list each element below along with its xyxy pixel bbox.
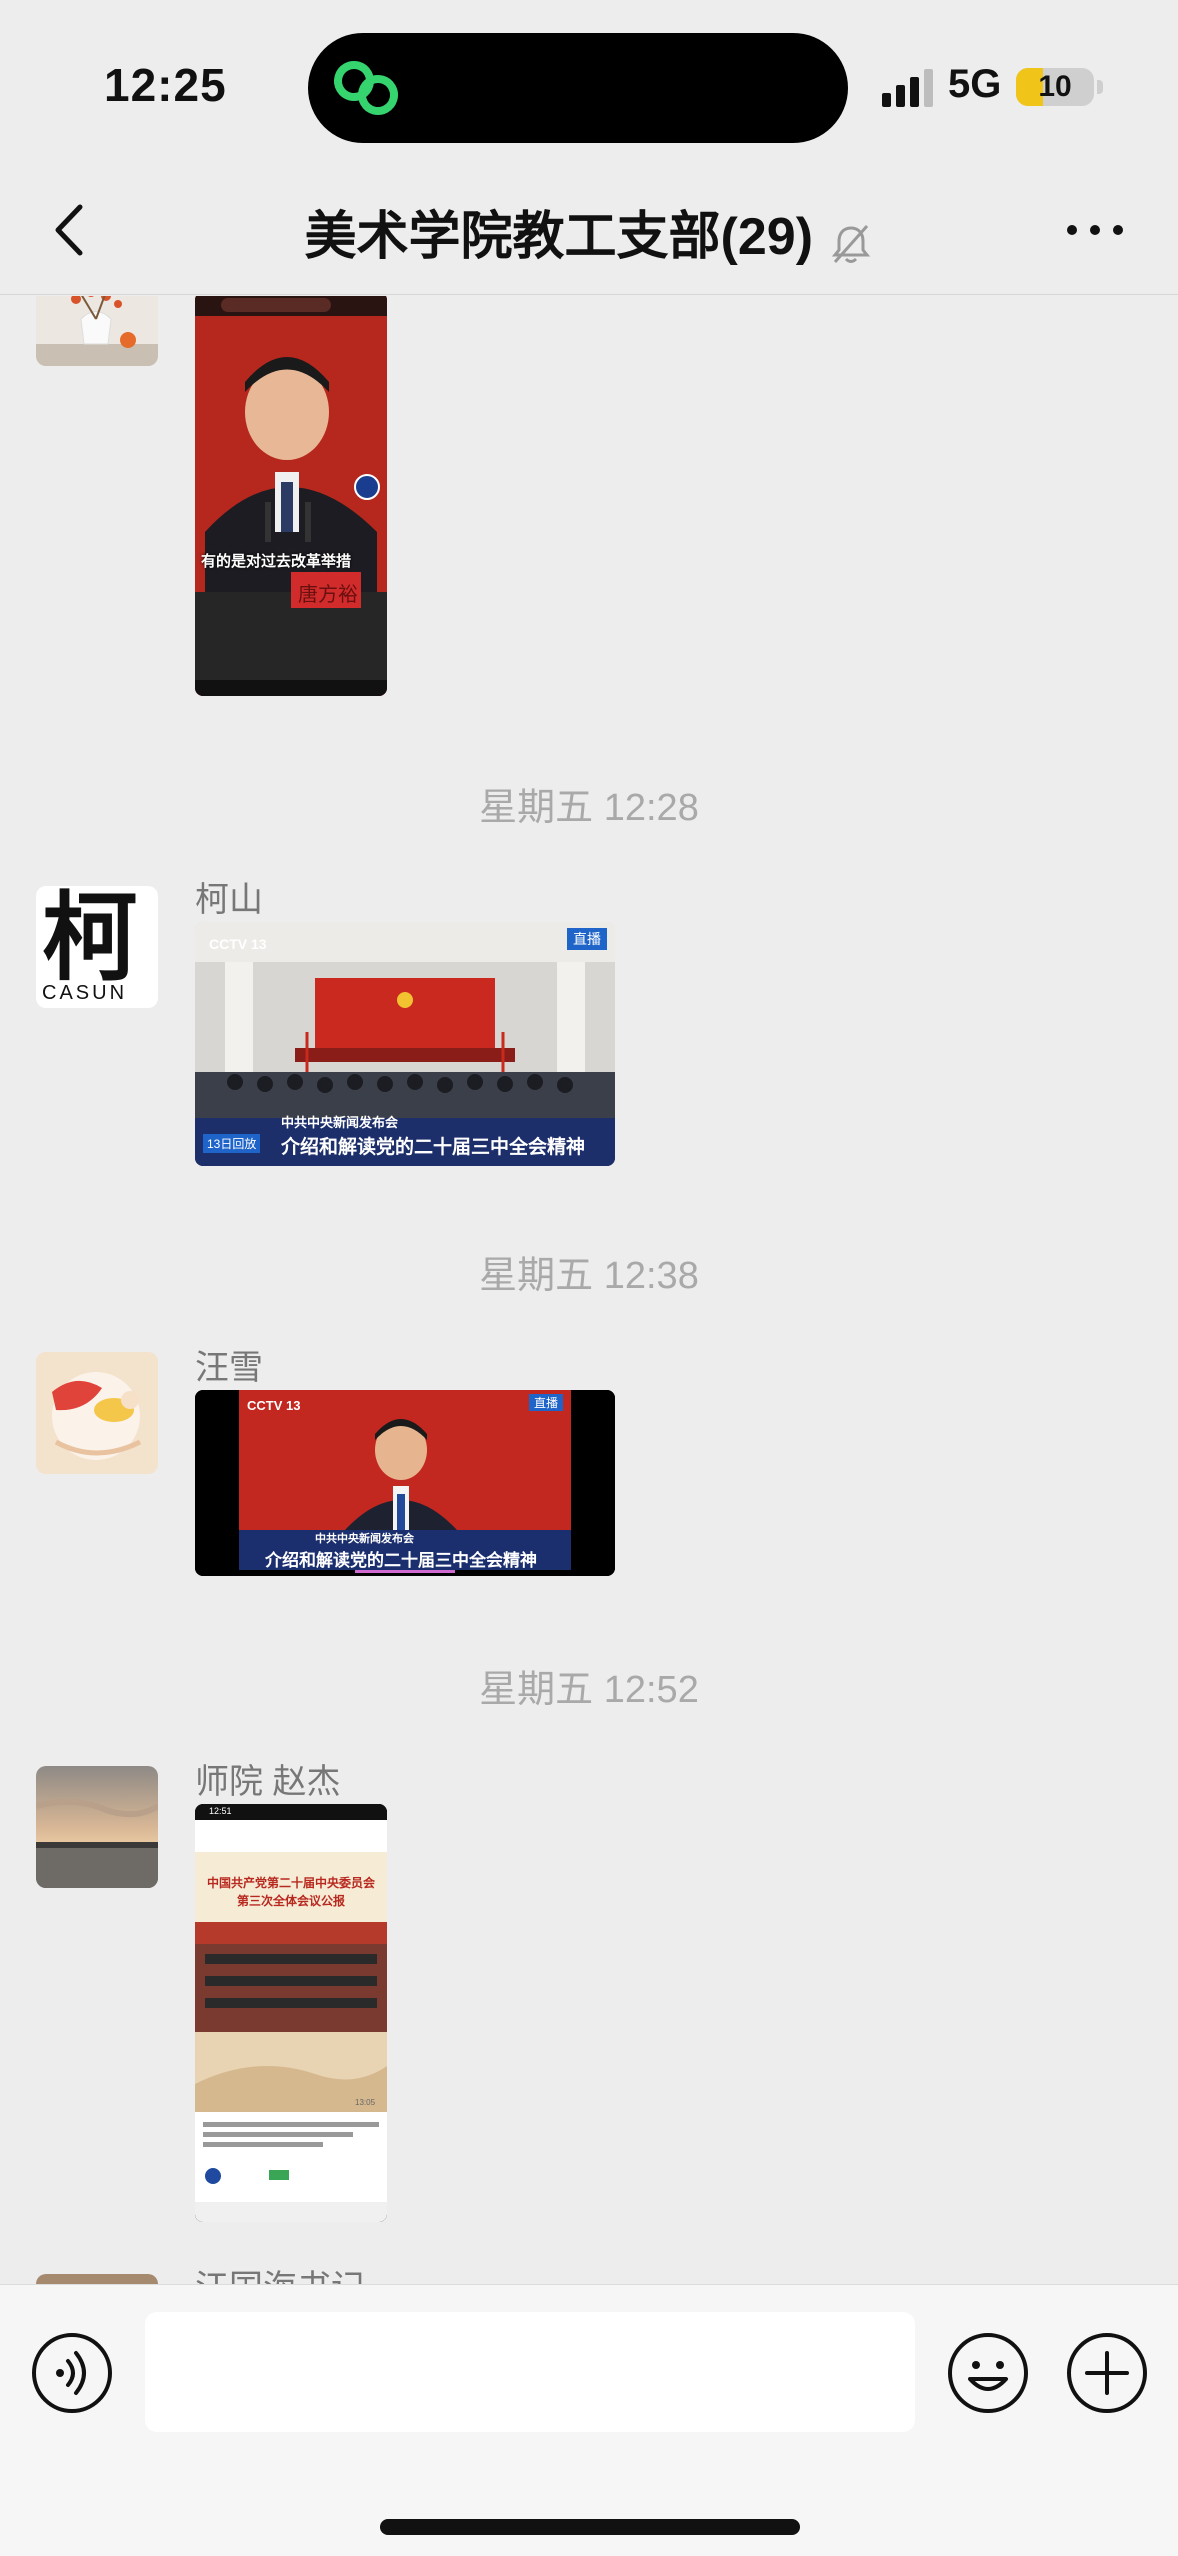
phone-screenshot-thumbnail — [195, 1804, 387, 2222]
avatar[interactable] — [36, 296, 158, 366]
chat-title[interactable]: 美术学院教工支部(29) — [305, 208, 813, 266]
timestamp: 星期五 12:52 — [479, 1669, 699, 1711]
status-bar: 12:25 5G 10 — [0, 0, 1178, 170]
home-indicator[interactable] — [380, 2519, 800, 2535]
signal-icon — [882, 69, 933, 107]
live-badge: 直播 — [567, 928, 607, 950]
sender-name[interactable]: 江国海书记 — [195, 2260, 365, 2284]
video-message-landscape[interactable]: CCTV 13 直播 中共中央新闻发布会 介绍和解读党的二十届三中全会精神 — [195, 1390, 615, 1576]
channel-logo: CCTV 13 — [247, 1398, 301, 1413]
avatar-still-life-image — [36, 296, 158, 366]
doc-title-line-1: 中国共产党第二十届中央委员会 — [206, 1876, 375, 1890]
avatar-logo-glyph: 柯 — [42, 886, 138, 994]
live-badge: 直播 — [529, 1394, 564, 1411]
video-duration: 13:05 — [355, 2098, 376, 2107]
battery-icon: 10 — [1016, 68, 1094, 106]
video-title: 介绍和解读党的二十届三中全会精神 — [281, 1137, 586, 1158]
more-dots-icon[interactable] — [1060, 210, 1130, 250]
input-bar — [0, 2284, 1178, 2556]
title-wrap: 美术学院教工支部(29) — [0, 194, 1178, 272]
battery-level: 10 — [1038, 70, 1072, 103]
doc-title-line-2: 第三次全体会议公报 — [236, 1894, 345, 1908]
avatar[interactable] — [36, 2274, 158, 2284]
status-time: 12:25 — [104, 59, 227, 111]
avatar[interactable]: 柯 CASUN — [36, 886, 158, 1008]
name-card-text: 唐方裕 — [298, 584, 358, 606]
screenshot-message-portrait[interactable]: 12:51 中国共产党第二十届中央委员会 第三次全体会议公报 13:05 — [195, 1804, 387, 2222]
avatar-sunset-image — [36, 1766, 158, 1888]
video-message-landscape[interactable]: CCTV 13 直播 中共中央新闻发布会 介绍和解读党的二十届三中全会精神 13… — [195, 922, 615, 1166]
bell-off-icon — [832, 224, 871, 263]
link-activity-icon — [334, 61, 398, 115]
sender-name[interactable]: 师院 赵杰 — [195, 1754, 340, 1803]
video-message-portrait[interactable]: 有的是对过去改革举措 唐方裕 — [195, 296, 387, 696]
video-side-label: 13日回放 — [203, 1134, 261, 1153]
network-type: 5G — [948, 62, 1002, 106]
avatar[interactable] — [36, 1352, 158, 1474]
sender-name[interactable]: 汪雪 — [195, 1340, 263, 1389]
avatar-illustration-image — [36, 1352, 158, 1474]
avatar-logo-text: CASUN — [42, 982, 128, 1004]
battery-cap — [1097, 80, 1103, 94]
video-thumbnail — [195, 296, 387, 696]
message-input[interactable] — [145, 2312, 915, 2432]
phone-status-time: 12:51 — [209, 1806, 232, 1816]
video-tag: 中共中央新闻发布会 — [315, 1533, 414, 1545]
timestamp: 星期五 12:28 — [479, 787, 699, 829]
plus-circle-icon[interactable] — [1065, 2331, 1149, 2415]
chat-header: 美术学院教工支部(29) — [0, 170, 1178, 295]
voice-icon[interactable] — [30, 2331, 114, 2415]
emoji-icon[interactable] — [946, 2331, 1030, 2415]
sender-name[interactable]: 柯山 — [195, 872, 263, 921]
timestamp: 星期五 12:38 — [479, 1255, 699, 1297]
avatar[interactable] — [36, 1766, 158, 1888]
video-caption: 有的是对过去改革举措 — [201, 553, 352, 570]
dynamic-island — [308, 33, 848, 143]
chat-message-list[interactable]: 有的是对过去改革举措 唐方裕 星期五 12:28 柯 CASUN 柯山 CCTV… — [0, 296, 1178, 2284]
press-conference-thumbnail — [195, 922, 615, 1166]
video-tag: 中共中央新闻发布会 — [281, 1115, 399, 1130]
video-title: 介绍和解读党的二十届三中全会精神 — [265, 1551, 537, 1570]
channel-logo: CCTV 13 — [209, 936, 267, 952]
